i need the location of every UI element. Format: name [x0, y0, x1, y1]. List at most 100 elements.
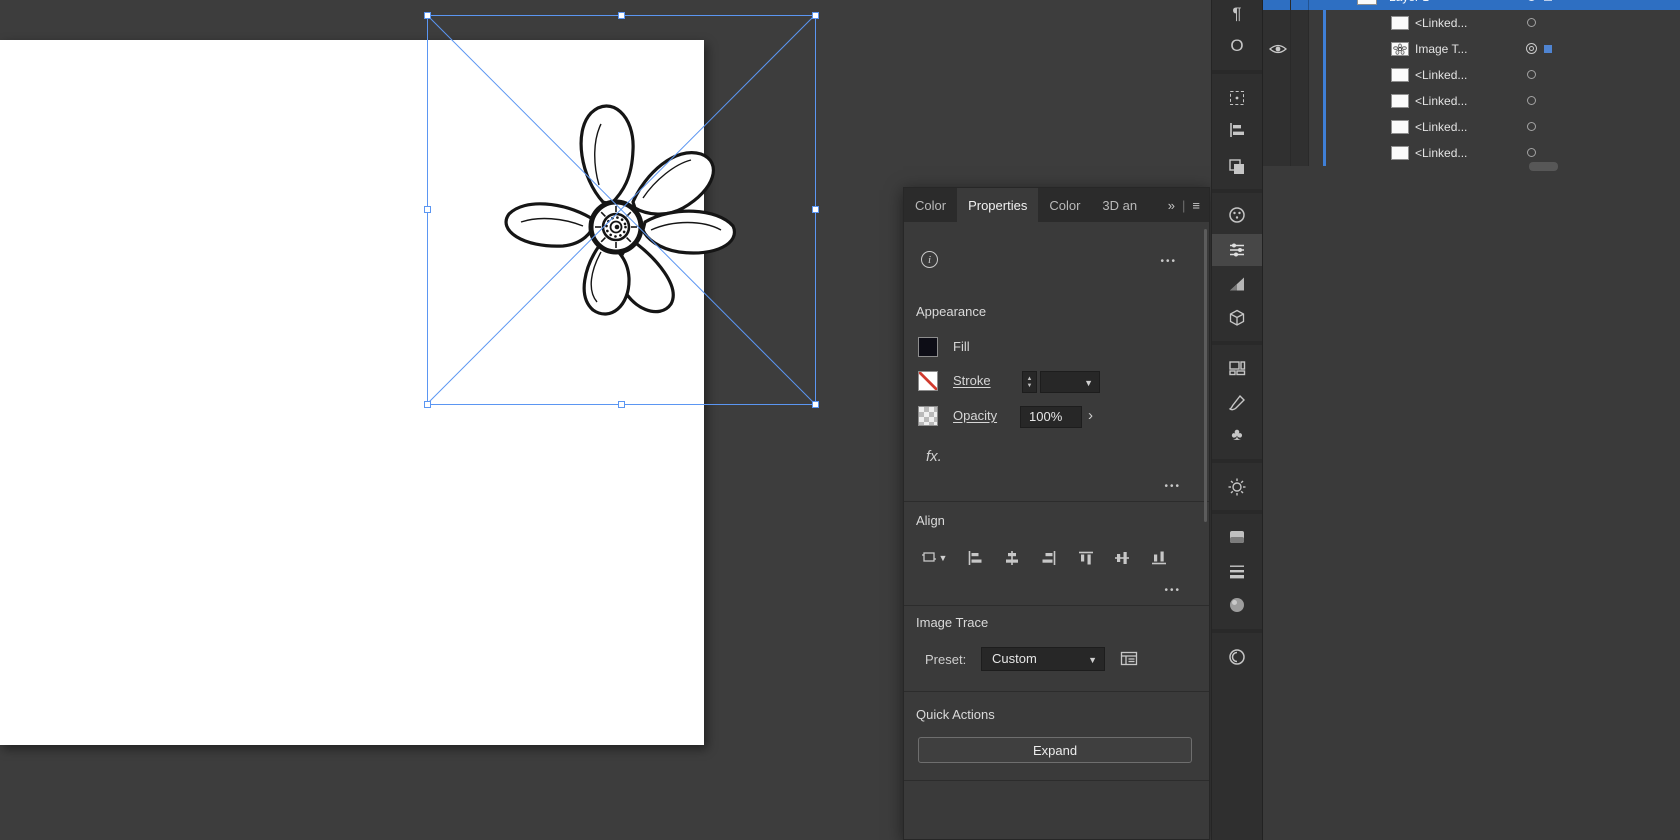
gradient-panel-icon[interactable]	[1212, 268, 1262, 300]
selection-handle-w[interactable]	[424, 206, 431, 213]
preset-dropdown[interactable]: Custom ▼	[981, 647, 1105, 671]
fill-swatch[interactable]	[918, 337, 938, 357]
brushes-panel-icon[interactable]	[1212, 387, 1262, 419]
opacity-swatch[interactable]	[918, 406, 938, 426]
layers-scrollbar-thumb[interactable]	[1529, 162, 1558, 171]
color-panel-icon[interactable]	[1212, 199, 1262, 231]
layer-name[interactable]: Image T...	[1415, 36, 1467, 62]
target-circle-icon[interactable]	[1527, 70, 1536, 79]
tab-overflow-icon[interactable]: »	[1168, 198, 1175, 213]
eye-icon[interactable]	[1269, 43, 1287, 55]
opacity-link[interactable]: Opacity	[953, 408, 997, 423]
selection-handle-e[interactable]	[812, 206, 819, 213]
align-more-icon[interactable]: •••	[1164, 585, 1181, 596]
properties-panel-icon[interactable]	[1212, 234, 1262, 266]
target-circle-icon[interactable]	[1527, 122, 1536, 131]
paragraph-panel-icon[interactable]: ¶	[1212, 0, 1262, 30]
layer-gutter[interactable]	[1263, 114, 1309, 140]
layer-thumbnail-flower[interactable]	[1391, 42, 1409, 56]
stroke-link[interactable]: Stroke	[953, 373, 991, 388]
navigator-panel-icon[interactable]	[1212, 589, 1262, 621]
selection-handle-s[interactable]	[618, 401, 625, 408]
align-center-horizontal-button[interactable]	[1001, 547, 1023, 569]
layer-name[interactable]: Layer 1	[1389, 0, 1429, 10]
section-divider	[904, 691, 1209, 692]
tab-separator: |	[1182, 198, 1185, 213]
layer-row-layer1[interactable]: Layer 1	[1263, 0, 1680, 10]
panel-scrollbar-thumb[interactable]	[1204, 229, 1207, 522]
align-top-button[interactable]	[1075, 547, 1097, 569]
align-center-vertical-button[interactable]	[1111, 547, 1133, 569]
artboards-panel-icon[interactable]	[1212, 352, 1262, 384]
pathfinder-panel-icon[interactable]	[1212, 151, 1262, 183]
align-bottom-button[interactable]	[1148, 547, 1170, 569]
appearance-panel-icon[interactable]	[1212, 521, 1262, 553]
stroke-weight-stepper[interactable]: ▲▼	[1022, 371, 1037, 393]
strip-divider	[1212, 189, 1262, 193]
3d-materials-panel-icon[interactable]	[1212, 302, 1262, 334]
strip-divider	[1212, 341, 1262, 345]
panel-more-icon[interactable]: •••	[1160, 256, 1177, 267]
selection-color-chip[interactable]	[1544, 45, 1552, 53]
chevron-down-icon: ▼	[1088, 656, 1097, 665]
layer-thumbnail[interactable]	[1357, 0, 1377, 5]
target-circle-icon[interactable]	[1527, 0, 1536, 1]
fx-icon[interactable]: fx.	[926, 448, 942, 465]
section-divider	[904, 780, 1209, 781]
selection-color-chip[interactable]	[1544, 0, 1552, 1]
stroke-swatch[interactable]	[918, 371, 938, 391]
opacity-value-field[interactable]: 100%	[1020, 406, 1082, 428]
layer-gutter[interactable]	[1263, 0, 1309, 10]
layer-thumbnail[interactable]	[1391, 68, 1409, 82]
layer-name[interactable]: <Linked...	[1415, 10, 1467, 36]
layer-name[interactable]: <Linked...	[1415, 114, 1467, 140]
layer-name[interactable]: <Linked...	[1415, 62, 1467, 88]
target-circle-icon[interactable]	[1527, 18, 1536, 27]
image-trace-panel-button[interactable]	[1119, 649, 1139, 672]
stroke-panel-icon[interactable]	[1212, 555, 1262, 587]
layers-panel: Layer 1 <Linked...	[1262, 0, 1680, 840]
layer-gutter[interactable]	[1263, 10, 1309, 36]
opacity-options-arrow[interactable]: ›	[1088, 407, 1093, 424]
align-to-dropdown[interactable]: ▼	[916, 547, 952, 569]
selection-handle-ne[interactable]	[812, 12, 819, 19]
tab-properties[interactable]: Properties	[957, 188, 1038, 222]
panel-menu-icon[interactable]: ≡	[1192, 198, 1200, 213]
layer-thumbnail[interactable]	[1391, 16, 1409, 30]
layer-name[interactable]: <Linked...	[1415, 88, 1467, 114]
selection-handle-nw[interactable]	[424, 12, 431, 19]
image-trace-section-title: Image Trace	[916, 615, 988, 630]
transform-panel-icon[interactable]	[1212, 82, 1262, 114]
align-panel-icon[interactable]	[1212, 114, 1262, 146]
selection-bounding-box[interactable]	[427, 15, 816, 405]
appearance-more-icon[interactable]: •••	[1164, 481, 1181, 492]
illustrator-workspace: Color Properties Color 3D an » | ≡ i •••…	[0, 0, 1680, 840]
target-circle-icon[interactable]	[1527, 96, 1536, 105]
layer-thumbnail[interactable]	[1391, 120, 1409, 134]
stroke-weight-dropdown[interactable]: ▼	[1040, 371, 1100, 393]
strip-divider	[1212, 629, 1262, 633]
color-guide-panel-icon[interactable]	[1212, 471, 1262, 503]
target-circle-icon[interactable]	[1527, 148, 1536, 157]
info-icon[interactable]: i	[921, 251, 938, 268]
layer-name[interactable]: <Linked...	[1415, 140, 1467, 166]
opentype-panel-icon[interactable]: O	[1212, 30, 1262, 62]
selection-handle-n[interactable]	[618, 12, 625, 19]
tab-3d-and-materials[interactable]: 3D an	[1091, 188, 1148, 222]
tab-color-1[interactable]: Color	[904, 188, 957, 222]
preset-value: Custom	[992, 651, 1037, 666]
layer-gutter[interactable]	[1263, 88, 1309, 114]
align-right-button[interactable]	[1038, 547, 1060, 569]
layer-gutter[interactable]	[1263, 140, 1309, 166]
selection-handle-se[interactable]	[812, 401, 819, 408]
swatches-panel-icon[interactable]	[1212, 641, 1262, 673]
align-left-button[interactable]	[964, 547, 986, 569]
layer-gutter[interactable]	[1263, 62, 1309, 88]
layer-thumbnail[interactable]	[1391, 146, 1409, 160]
layer-thumbnail[interactable]	[1391, 94, 1409, 108]
selection-handle-sw[interactable]	[424, 401, 431, 408]
expand-button[interactable]: Expand	[918, 737, 1192, 763]
fill-label: Fill	[953, 339, 970, 354]
symbols-panel-icon[interactable]: ♣	[1212, 419, 1262, 451]
tab-color-2[interactable]: Color	[1038, 188, 1091, 222]
